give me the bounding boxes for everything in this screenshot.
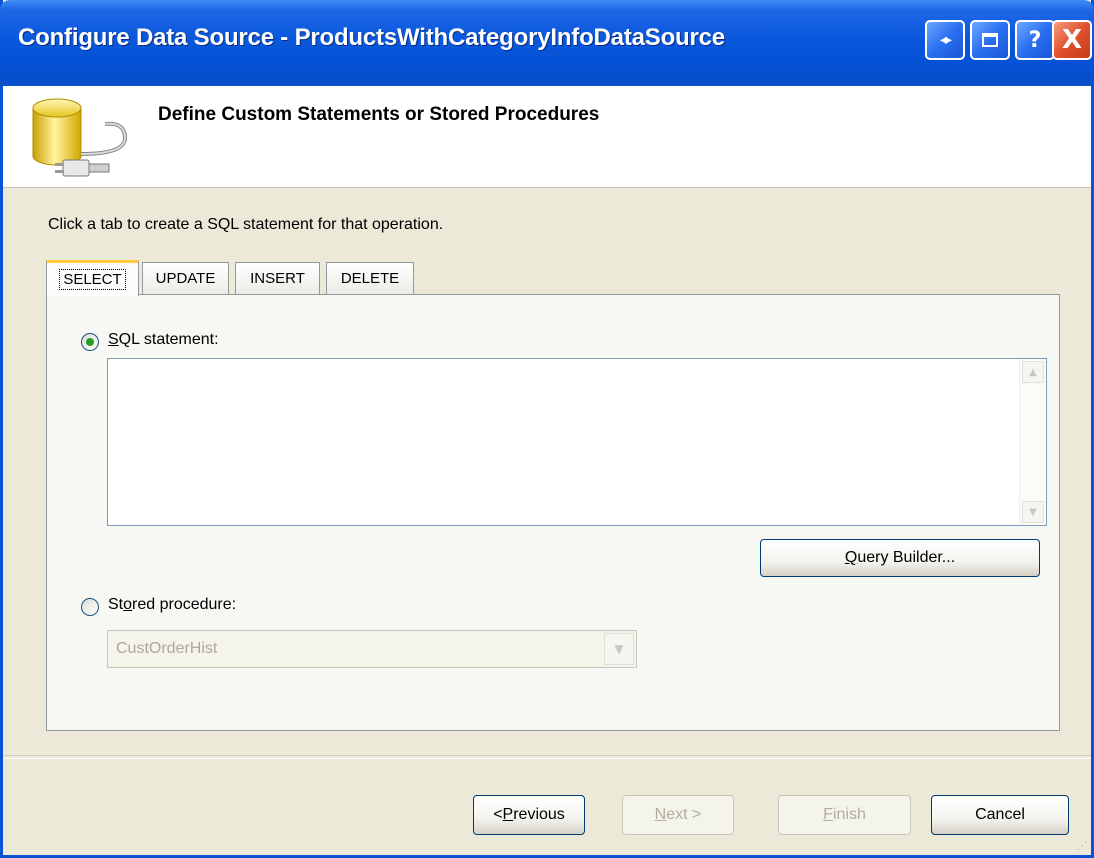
stored-procedure-value: CustOrderHist — [116, 640, 218, 657]
stored-procedure-dropdown[interactable]: CustOrderHist ▼ — [107, 630, 637, 668]
maximize-button[interactable] — [970, 20, 1010, 60]
stored-procedure-label[interactable]: Stored procedure: — [108, 596, 236, 614]
query-builder-button[interactable]: Query Builder... — [760, 539, 1040, 577]
previous-button[interactable]: < Previous — [473, 795, 585, 835]
chevron-down-icon[interactable]: ▼ — [604, 633, 634, 665]
tab-select[interactable]: SELECT — [46, 260, 139, 296]
footer-divider — [3, 755, 1091, 759]
help-icon: ? — [1028, 27, 1042, 53]
tab-delete[interactable]: DELETE — [326, 262, 414, 294]
close-button[interactable]: X — [1052, 20, 1092, 60]
close-icon: X — [1061, 25, 1083, 55]
sql-textarea-scrollbar[interactable]: ▲ ▼ — [1019, 359, 1046, 525]
help-button[interactable]: ? — [1015, 20, 1055, 60]
resize-grip-icon[interactable]: ⋰ — [1077, 841, 1089, 853]
sql-statement-radio[interactable] — [81, 333, 99, 351]
tab-update[interactable]: UPDATE — [142, 262, 229, 294]
title-bar[interactable]: Configure Data Source - ProductsWithCate… — [0, 0, 1094, 86]
select-tab-panel: SQL statement: ▲ ▼ Query Builder... Stor… — [46, 294, 1060, 731]
wizard-step-title: Define Custom Statements or Stored Proce… — [158, 104, 600, 125]
finish-button[interactable]: Finish — [778, 795, 911, 835]
scroll-up-icon[interactable]: ▲ — [1022, 361, 1044, 383]
next-button[interactable]: Next > — [622, 795, 734, 835]
sql-statement-label[interactable]: SQL statement: — [108, 331, 219, 349]
cancel-button[interactable]: Cancel — [931, 795, 1069, 835]
window-title: Configure Data Source - ProductsWithCate… — [18, 24, 725, 51]
tab-insert[interactable]: INSERT — [235, 262, 320, 294]
wizard-header: Define Custom Statements or Stored Proce… — [3, 86, 1091, 188]
database-plug-icon — [32, 98, 128, 177]
maximize-icon — [982, 33, 998, 47]
stored-procedure-radio[interactable] — [81, 598, 99, 616]
arrows-icon: ◂▸ — [939, 32, 952, 48]
scroll-down-icon[interactable]: ▼ — [1022, 501, 1044, 523]
restore-window-button[interactable]: ◂▸ — [925, 20, 965, 60]
configure-data-source-window: Configure Data Source - ProductsWithCate… — [0, 0, 1094, 858]
instruction-text: Click a tab to create a SQL statement fo… — [48, 216, 444, 233]
sql-statement-textarea[interactable]: ▲ ▼ — [107, 358, 1047, 526]
